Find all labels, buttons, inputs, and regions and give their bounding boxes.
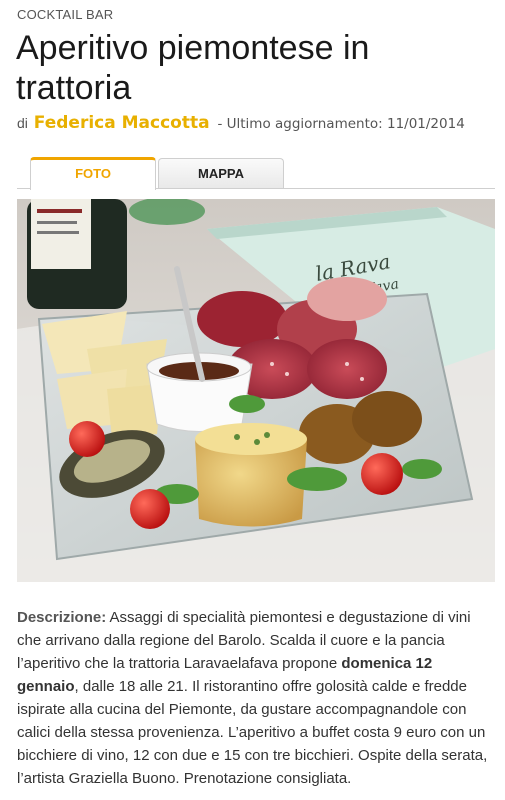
byline-prefix: di bbox=[17, 115, 28, 131]
description-label: Descrizione: bbox=[17, 609, 107, 626]
page-title: Aperitivo piemontese in trattoria bbox=[16, 29, 370, 107]
article-description: Descrizione: Assaggi di specialità piemo… bbox=[17, 606, 489, 790]
media-tabs: FOTO MAPPA bbox=[17, 157, 495, 190]
tab-mappa[interactable]: MAPPA bbox=[158, 158, 284, 188]
byline: di Federica Maccotta - Ultimo aggiorname… bbox=[17, 113, 465, 133]
author-link[interactable]: Federica Maccotta bbox=[34, 113, 210, 133]
description-text-2: , dalle 18 alle 21. Il ristorantino offr… bbox=[17, 678, 488, 787]
category-label[interactable]: COCKTAIL BAR bbox=[17, 7, 113, 22]
article-photo: la Rava e la Fava bbox=[17, 199, 495, 582]
last-updated: - Ultimo aggiornamento: 11/01/2014 bbox=[217, 116, 465, 132]
food-platter-image: la Rava e la Fava bbox=[17, 199, 495, 582]
tab-foto[interactable]: FOTO bbox=[30, 157, 156, 190]
